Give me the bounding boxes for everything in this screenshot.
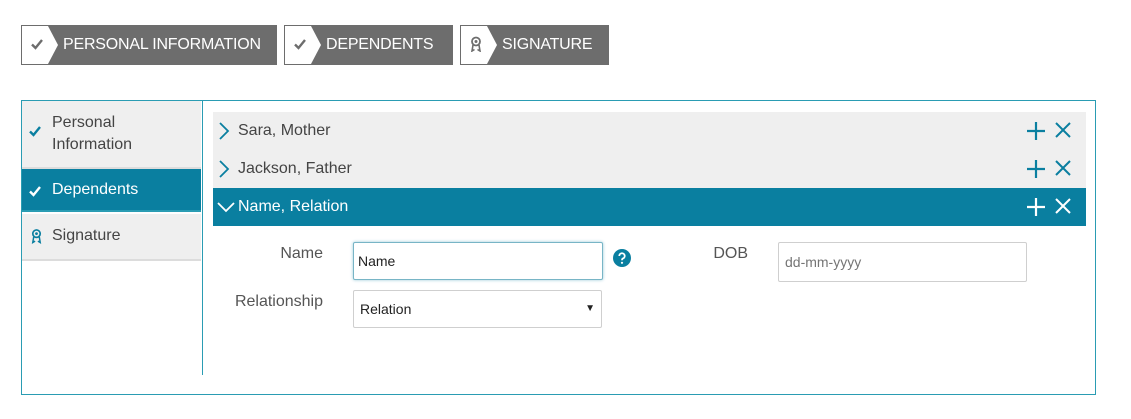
check-icon xyxy=(28,124,42,143)
remove-icon[interactable] xyxy=(1055,160,1071,181)
add-icon[interactable] xyxy=(1027,122,1045,145)
help-icon[interactable] xyxy=(613,249,631,272)
sidebar-label-line: Information xyxy=(52,136,133,153)
select-arrow-icon: ▼ xyxy=(585,303,595,314)
dependent-row-sara[interactable]: Sara, Mother xyxy=(213,112,1086,150)
wizard-step-dependents[interactable]: DEPENDENTS xyxy=(284,25,453,65)
wizard-step-signature[interactable]: SIGNATURE xyxy=(460,25,609,65)
main-panel: Personal Information Dependents Signatur… xyxy=(21,100,1096,395)
relationship-select[interactable]: Relation ▼ xyxy=(353,290,602,328)
check-icon xyxy=(22,26,58,64)
dependent-title: Sara, Mother xyxy=(238,122,331,139)
dependent-title: Jackson, Father xyxy=(238,160,352,177)
relationship-selected-value: Relation xyxy=(360,301,412,317)
sidebar-item-personal-information[interactable]: Personal Information xyxy=(22,101,201,169)
add-icon[interactable] xyxy=(1027,160,1045,183)
chevron-down-icon xyxy=(217,200,235,219)
chevron-right-icon xyxy=(217,160,231,183)
sidebar-item-label: Personal Information xyxy=(52,112,132,156)
check-icon xyxy=(285,26,321,64)
wizard-step-label: DEPENDENTS xyxy=(326,36,434,53)
remove-icon[interactable] xyxy=(1055,198,1071,219)
award-icon xyxy=(461,26,497,64)
relationship-label: Relationship xyxy=(234,293,323,310)
award-icon xyxy=(30,228,43,249)
wizard-step-personal-information[interactable]: PERSONAL INFORMATION xyxy=(21,25,277,65)
check-icon xyxy=(28,184,42,203)
sidebar-label-line: Personal xyxy=(52,114,116,131)
dependent-row-new[interactable]: Name, Relation xyxy=(213,188,1086,226)
wizard-step-label: PERSONAL INFORMATION xyxy=(63,36,261,53)
dob-label: DOB xyxy=(713,245,748,262)
sidebar-item-label: Dependents xyxy=(52,181,139,198)
wizard-step-label: SIGNATURE xyxy=(502,36,593,53)
name-input[interactable] xyxy=(353,242,603,280)
chevron-right-icon xyxy=(217,122,231,145)
remove-icon[interactable] xyxy=(1055,122,1071,143)
add-icon[interactable] xyxy=(1027,198,1045,221)
dependent-row-jackson[interactable]: Jackson, Father xyxy=(213,150,1086,188)
dependent-title: Name, Relation xyxy=(238,198,349,215)
sidebar-item-signature[interactable]: Signature xyxy=(22,214,201,261)
sidebar-item-label: Signature xyxy=(52,227,121,244)
sidebar: Personal Information Dependents Signatur… xyxy=(22,101,203,375)
dob-input[interactable] xyxy=(778,242,1027,282)
name-label: Name xyxy=(280,245,323,262)
sidebar-item-dependents[interactable]: Dependents xyxy=(22,169,201,212)
